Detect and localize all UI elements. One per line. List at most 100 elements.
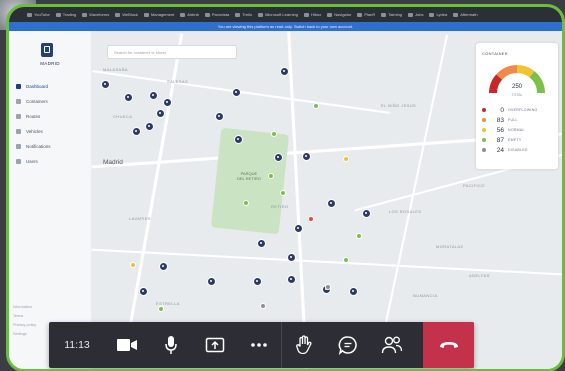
container-status-marker[interactable]: [130, 262, 136, 268]
bookmark-icon: [180, 12, 186, 17]
container-cluster-marker[interactable]: [100, 79, 110, 89]
container-status-marker[interactable]: [260, 303, 266, 309]
raise-hand-icon: [296, 335, 312, 355]
container-status-marker[interactable]: [158, 306, 164, 312]
container-status-marker[interactable]: [343, 257, 349, 263]
bookmark-item[interactable]: WeBlock: [115, 12, 138, 17]
container-cluster-marker[interactable]: [231, 87, 241, 97]
read-only-notice[interactable]: You are viewing this platform as read-on…: [9, 22, 562, 31]
footer-link[interactable]: Terms: [13, 312, 36, 321]
participants-button[interactable]: [370, 322, 414, 368]
bookmark-item[interactable]: Hibox: [303, 12, 321, 17]
bookmark-icon: [115, 12, 121, 17]
container-cluster-marker[interactable]: [138, 286, 148, 296]
container-status-marker[interactable]: [308, 216, 314, 222]
sidebar-item-routes[interactable]: Routes: [13, 109, 87, 124]
map-road: [287, 31, 308, 369]
container-status-marker[interactable]: [343, 156, 349, 162]
container-cluster-marker[interactable]: [326, 198, 336, 208]
screen: YouTube Trading Waveforms WeBlock Manage…: [6, 4, 565, 371]
container-cluster-marker[interactable]: [148, 90, 158, 100]
bookmark-item[interactable]: Waveforms: [82, 12, 109, 17]
container-cluster-marker[interactable]: [252, 276, 262, 286]
container-cluster-marker[interactable]: [131, 126, 141, 136]
gauge-total-value: 250: [511, 84, 522, 90]
container-status-marker[interactable]: [280, 190, 286, 196]
container-cluster-marker[interactable]: [162, 97, 172, 107]
bookmark-item[interactable]: Taiming: [381, 12, 402, 17]
bookmark-icon: [143, 12, 149, 17]
container-status-marker[interactable]: [268, 173, 274, 179]
container-status-marker[interactable]: [356, 233, 362, 239]
search-input[interactable]: Search for container or street: [107, 45, 237, 59]
bookmark-item[interactable]: Trello: [235, 12, 252, 17]
microphone-icon: [165, 336, 177, 354]
container-cluster-marker[interactable]: [286, 274, 296, 284]
container-cluster-marker[interactable]: [293, 223, 303, 233]
sidebar-item-users[interactable]: Users: [13, 154, 87, 169]
bookmark-item[interactable]: Management: [143, 12, 174, 17]
container-status-marker[interactable]: [325, 284, 331, 290]
bookmark-item[interactable]: Pavovista: [204, 12, 229, 17]
container-cluster-marker[interactable]: [233, 134, 243, 144]
chat-button[interactable]: [326, 322, 370, 368]
container-cluster-marker[interactable]: [123, 92, 133, 102]
bookmark-item[interactable]: Lydea: [429, 12, 447, 17]
microphone-button[interactable]: [149, 322, 193, 368]
legend-count: 83: [496, 116, 504, 124]
bookmark-item[interactable]: YouTube: [27, 12, 50, 17]
container-cluster-marker[interactable]: [206, 276, 216, 286]
status-dot-icon: [482, 148, 486, 152]
bookmark-item[interactable]: Airbnb: [180, 12, 199, 17]
map-label: EL NIÑO JESUS: [381, 103, 417, 108]
container-status-marker[interactable]: [313, 103, 319, 109]
container-status-marker[interactable]: [271, 131, 277, 137]
map-label: SALESAS: [167, 79, 189, 84]
footer-link[interactable]: Settings: [13, 330, 36, 339]
map-view[interactable]: PARQUE DEL RETIRO Search for container or…: [91, 31, 562, 369]
map-label: PACIFICO: [463, 183, 485, 188]
users-icon: [16, 159, 21, 164]
container-cluster-marker[interactable]: [158, 261, 168, 271]
container-icon: [16, 99, 21, 104]
sidebar-item-dashboard[interactable]: Dashboard: [13, 79, 87, 94]
sidebar-nav: Dashboard Containers Routes Vehicles Not…: [13, 79, 87, 169]
hang-up-button[interactable]: [423, 322, 474, 368]
sidebar-item-vehicles[interactable]: Vehicles: [13, 124, 87, 139]
gauge-total-label: TOTAL: [511, 93, 523, 97]
bookmark-item[interactable]: Aftermath: [453, 12, 478, 17]
raise-hand-button[interactable]: [281, 322, 326, 368]
map-label: ADELFAS: [469, 273, 490, 278]
participants-icon: [381, 336, 403, 354]
more-options-button[interactable]: [237, 322, 281, 368]
legend-label: OVERFLOWING: [508, 108, 538, 112]
sidebar-item-notifications[interactable]: Notifications: [13, 139, 87, 154]
container-cluster-marker[interactable]: [286, 252, 296, 262]
container-cluster-marker[interactable]: [279, 66, 289, 76]
bookmark-item[interactable]: PlanR: [357, 12, 375, 17]
container-cluster-marker[interactable]: [214, 111, 224, 121]
bookmark-item[interactable]: Microsoft Learning: [258, 12, 298, 17]
container-cluster-marker[interactable]: [144, 121, 154, 131]
container-cluster-marker[interactable]: [361, 208, 371, 218]
bookmark-item[interactable]: Navigator: [327, 12, 351, 17]
sidebar-item-containers[interactable]: Containers: [13, 94, 87, 109]
container-cluster-marker[interactable]: [256, 238, 266, 248]
bookmark-icon: [381, 12, 387, 17]
footer-link[interactable]: Privacy policy: [13, 321, 36, 330]
legend-label: FULL: [508, 118, 518, 122]
camera-button[interactable]: [105, 322, 149, 368]
container-status-marker[interactable]: [243, 200, 249, 206]
container-cluster-marker[interactable]: [155, 108, 165, 118]
bookmark-item[interactable]: Trading: [55, 12, 76, 17]
share-screen-button[interactable]: [193, 322, 237, 368]
container-cluster-marker[interactable]: [301, 151, 311, 161]
map-label: MORATALAZ: [436, 244, 464, 249]
container-cluster-marker[interactable]: [348, 286, 358, 296]
footer-link[interactable]: Information: [13, 303, 36, 312]
bookmark-item[interactable]: Jobs: [408, 12, 423, 17]
bell-icon: [16, 144, 21, 149]
camera-icon: [117, 339, 137, 351]
container-cluster-marker[interactable]: [273, 152, 283, 162]
legend-count: 24: [496, 146, 504, 154]
